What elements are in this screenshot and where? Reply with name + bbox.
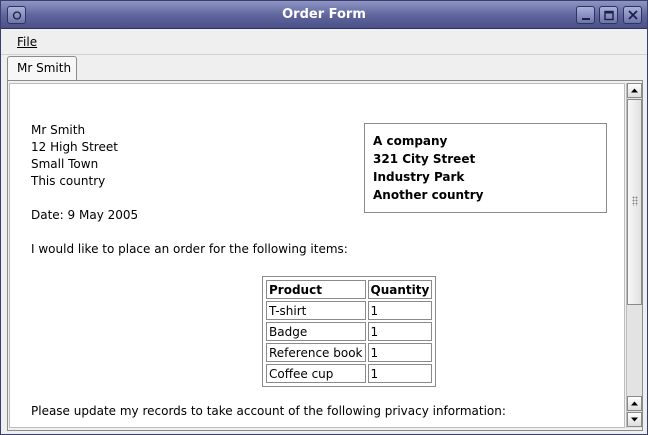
privacy-text: Please update my records to take account… xyxy=(31,404,506,418)
window-title: Order Form xyxy=(282,7,366,22)
tab-panel: Mr Smith 12 High Street Small Town This … xyxy=(7,80,643,431)
table-row: Reference book 1 xyxy=(266,343,433,362)
cell-product: T-shirt xyxy=(266,301,366,320)
arrow-up-icon xyxy=(631,401,638,406)
header-product: Product xyxy=(266,280,366,299)
recipient-street: 321 City Street xyxy=(373,152,476,166)
sender-address: Mr Smith 12 High Street Small Town This … xyxy=(31,122,118,190)
cell-product: Coffee cup xyxy=(266,364,366,383)
sender-name: Mr Smith xyxy=(31,123,86,137)
cell-product: Badge xyxy=(266,322,366,341)
document-view[interactable]: Mr Smith 12 High Street Small Town This … xyxy=(9,83,625,428)
vertical-scrollbar[interactable] xyxy=(626,83,642,428)
arrow-down-icon xyxy=(631,417,638,422)
grip-icon xyxy=(632,196,638,206)
cell-quantity: 1 xyxy=(367,343,433,362)
recipient-country: Another country xyxy=(373,188,484,202)
maximize-icon xyxy=(604,10,614,21)
menu-file-label: File xyxy=(17,35,38,49)
scroll-up-button[interactable] xyxy=(627,83,642,98)
minimize-button[interactable] xyxy=(576,6,595,24)
sender-country: This country xyxy=(31,174,106,188)
header-quantity: Quantity xyxy=(367,280,433,299)
order-table: Product Quantity T-shirt 1 Badge 1 Refer… xyxy=(262,276,437,387)
minimize-icon xyxy=(582,18,590,20)
scroll-up-button-lower[interactable] xyxy=(627,396,642,411)
close-icon xyxy=(628,10,638,20)
menu-bar: File xyxy=(1,30,647,55)
title-bar[interactable]: Order Form xyxy=(1,1,647,29)
table-row: Badge 1 xyxy=(266,322,433,341)
cell-quantity: 1 xyxy=(367,301,433,320)
order-date: Date: 9 May 2005 xyxy=(31,208,139,222)
cell-product: Reference book xyxy=(266,343,366,362)
intro-text: I would like to place an order for the f… xyxy=(31,242,348,256)
table-row: T-shirt 1 xyxy=(266,301,433,320)
cell-quantity: 1 xyxy=(367,364,433,383)
sender-street: 12 High Street xyxy=(31,140,118,154)
tab-mr-smith[interactable]: Mr Smith xyxy=(7,56,77,80)
cell-quantity: 1 xyxy=(367,322,433,341)
close-button[interactable] xyxy=(623,6,642,24)
table-row: Coffee cup 1 xyxy=(266,364,433,383)
menu-file[interactable]: File xyxy=(17,35,37,49)
arrow-up-icon xyxy=(631,88,638,93)
app-window: Order Form File Mr Smith Mr Smith 12 Hig… xyxy=(0,0,648,435)
table-header-row: Product Quantity xyxy=(266,280,433,299)
sender-town: Small Town xyxy=(31,157,99,171)
scrollbar-thumb[interactable] xyxy=(627,99,642,305)
maximize-button[interactable] xyxy=(599,6,618,24)
scroll-down-button[interactable] xyxy=(627,412,642,427)
recipient-name: A company xyxy=(373,134,448,148)
tab-label: Mr Smith xyxy=(17,61,72,75)
recipient-address-box: A company 321 City Street Industry Park … xyxy=(364,123,607,213)
recipient-area: Industry Park xyxy=(373,170,465,184)
